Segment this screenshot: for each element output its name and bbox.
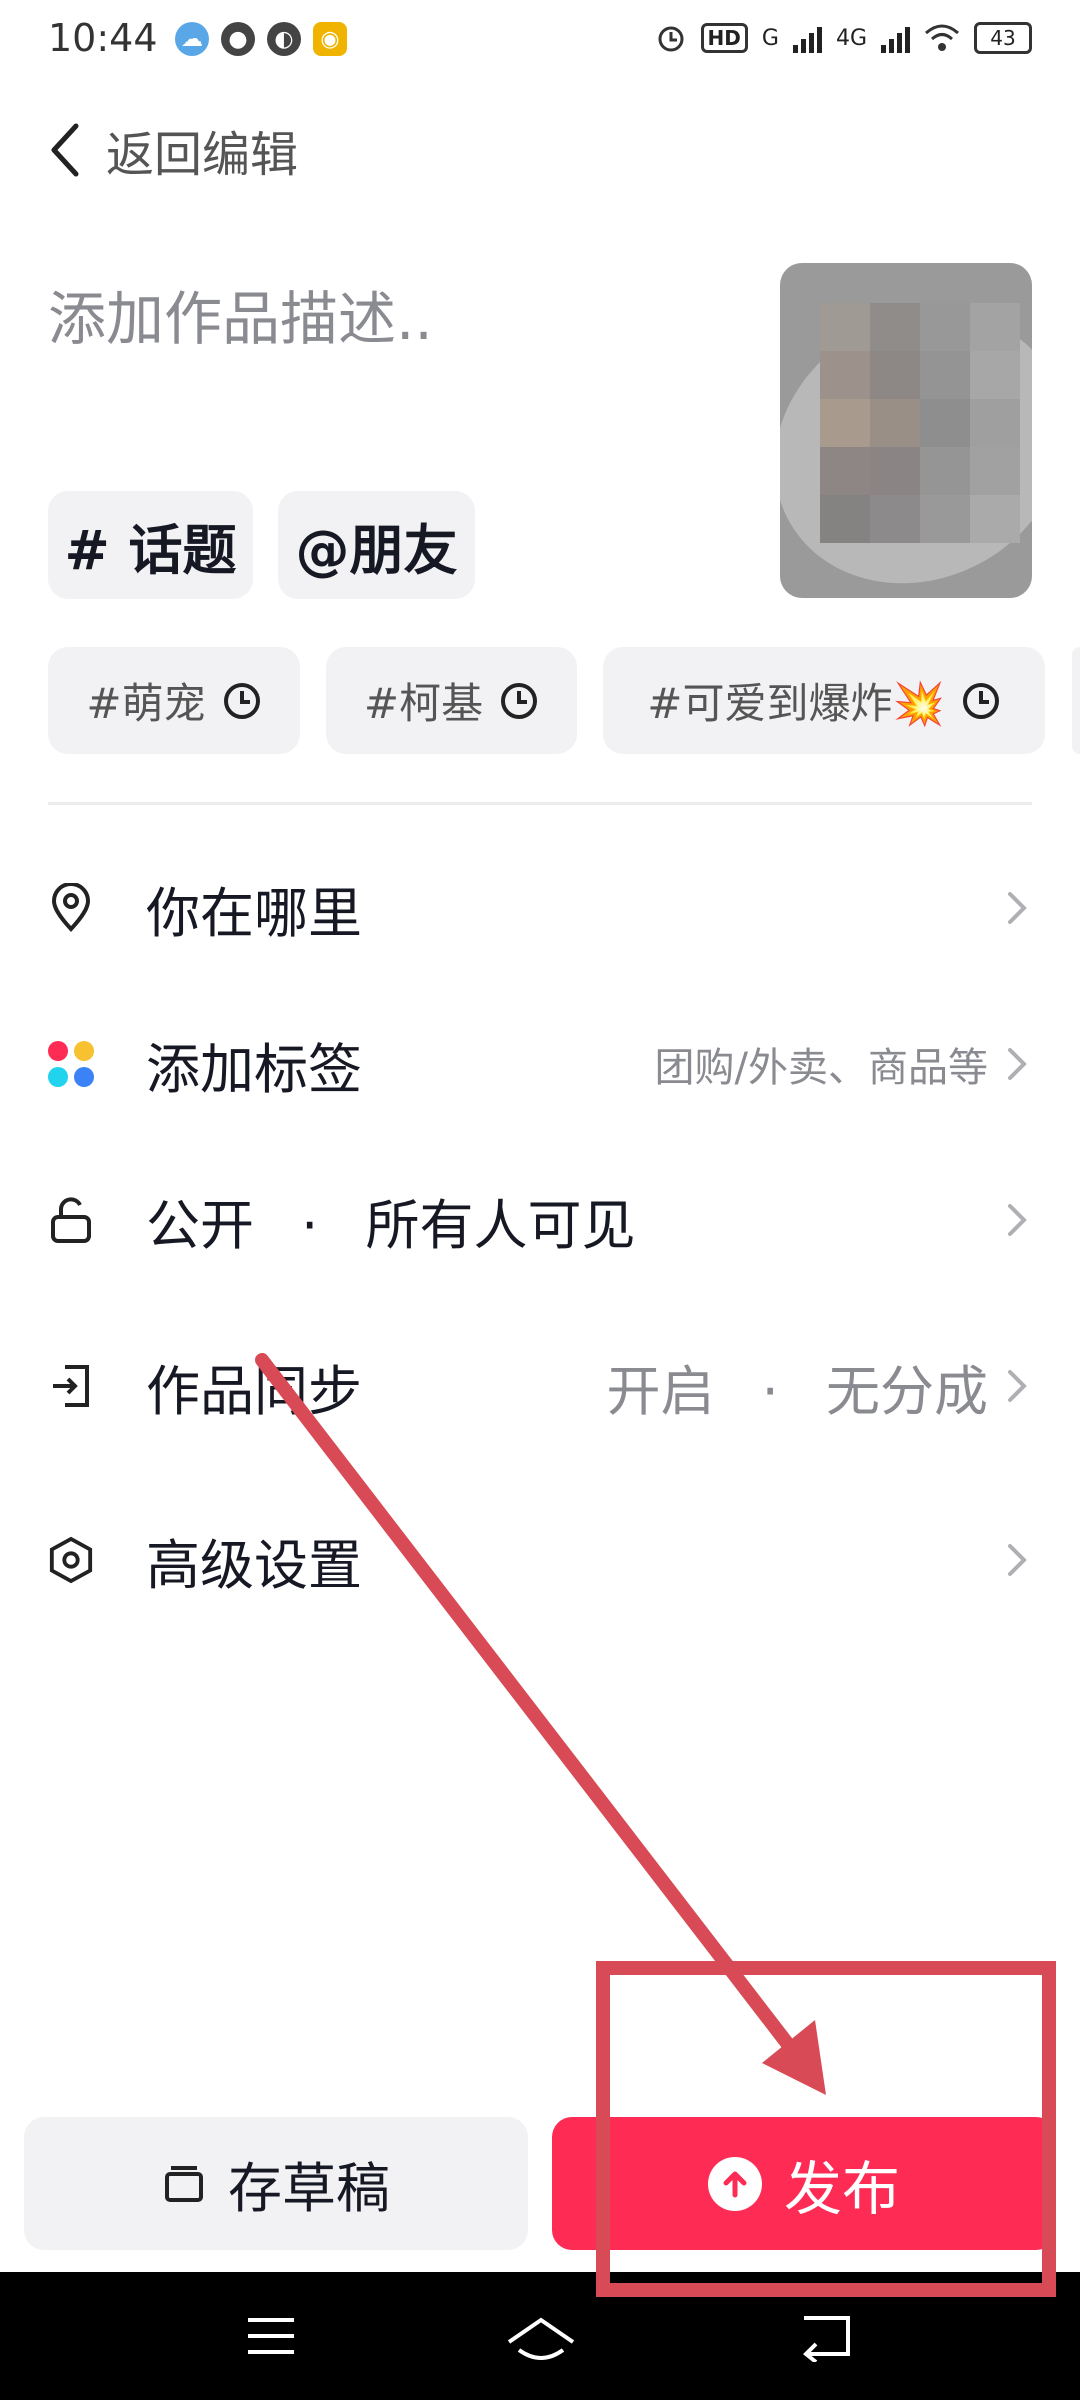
weibo-icon: ◉ (313, 22, 347, 56)
hashtag-chip[interactable]: #柯基 (326, 647, 577, 754)
pixelated-area (820, 303, 1020, 543)
tags-row[interactable]: 添加标签 团购/外卖、商品等 (48, 1014, 1032, 1114)
menu-icon[interactable] (244, 2314, 298, 2358)
hd-icon: HD (700, 23, 748, 53)
chevron-right-icon (1008, 1370, 1027, 1402)
tags-icon (48, 1041, 94, 1087)
sync-label: 作品同步 (146, 1359, 362, 1423)
chevron-right-icon (1008, 1204, 1027, 1236)
sync-value: 开启 · 无分成 (606, 1359, 989, 1423)
hashtag-chip-overflow (1072, 647, 1080, 754)
hashtag-chip[interactable]: #可爱到爆炸💥 (603, 647, 1045, 754)
topic-chip[interactable]: # 话题 (48, 491, 253, 599)
system-icons: HD G 4G 43 (655, 22, 1032, 54)
annotation-highlight-box (596, 1961, 1056, 2297)
clock-icon (223, 682, 260, 719)
privacy-row[interactable]: 公开 · 所有人可见 (48, 1170, 1032, 1270)
chevron-left-icon (51, 123, 79, 177)
chevron-right-icon (1008, 1544, 1027, 1576)
location-label: 你在哪里 (146, 881, 362, 945)
hashtag-label: #可爱到爆炸💥 (647, 679, 945, 728)
advanced-row[interactable]: 高级设置 (48, 1510, 1032, 1610)
clock-icon (962, 682, 999, 719)
friend-chip[interactable]: @朋友 (278, 491, 475, 599)
unlock-icon (48, 1197, 94, 1243)
notification-icons: ☁ ● ◐ ◉ (175, 22, 347, 56)
tags-value: 团购/外卖、商品等 (654, 1045, 988, 1091)
alarm-icon (658, 26, 684, 52)
clock-icon (501, 682, 538, 719)
chat-icon: ● (221, 22, 255, 56)
battery-icon: 43 (974, 22, 1032, 54)
save-draft-button[interactable]: 存草稿 (24, 2117, 528, 2250)
signal-icon (792, 23, 822, 53)
video-thumbnail[interactable] (780, 263, 1032, 598)
status-bar: 10:44 ☁ ● ◐ ◉ HD G 4G 43 (0, 0, 1080, 80)
privacy-label: 公开 · 所有人可见 (146, 1193, 636, 1257)
tags-label: 添加标签 (146, 1037, 362, 1101)
location-row[interactable]: 你在哪里 (48, 858, 1032, 958)
location-pin-icon (48, 883, 94, 932)
compass-icon: ◐ (267, 22, 301, 56)
sync-icon (48, 1363, 94, 1409)
status-time: 10:44 (48, 16, 158, 60)
cloud-app-icon: ☁ (175, 22, 209, 56)
wifi-icon (925, 24, 959, 51)
hashtag-chip[interactable]: #萌宠 (48, 647, 300, 754)
divider (48, 802, 1032, 805)
hashtag-label: #柯基 (363, 679, 484, 728)
draft-box-icon (165, 2165, 203, 2202)
back-label: 返回编辑 (106, 127, 299, 183)
signal-icon-2 (881, 23, 910, 53)
sync-row[interactable]: 作品同步 开启 · 无分成 (48, 1336, 1032, 1436)
back-nav-icon[interactable] (798, 2314, 854, 2362)
network-g-label: G (761, 25, 779, 51)
back-button[interactable]: 返回编辑 (48, 120, 298, 183)
home-icon[interactable] (505, 2314, 577, 2364)
advanced-label: 高级设置 (146, 1533, 362, 1597)
network-4g-label: 4G (835, 25, 867, 51)
description-input[interactable]: 添加作品描述.. (48, 272, 433, 356)
hexagon-settings-icon (48, 1536, 94, 1584)
draft-label: 存草稿 (228, 2157, 390, 2220)
chevron-right-icon (1008, 892, 1027, 924)
chevron-right-icon (1008, 1048, 1027, 1080)
hashtag-label: #萌宠 (86, 679, 206, 728)
